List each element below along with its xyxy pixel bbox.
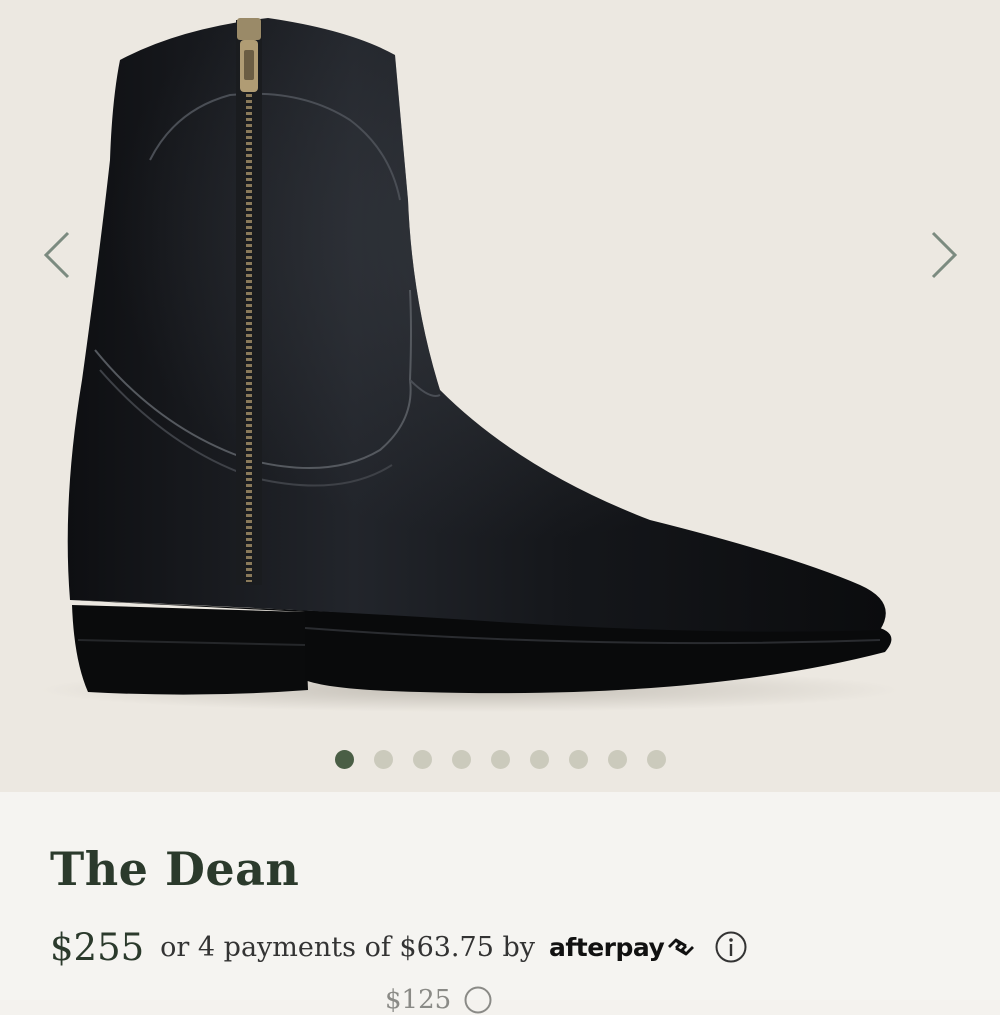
secondary-price: $125	[385, 985, 452, 1015]
product-gallery	[0, 0, 1000, 792]
pagination-dot[interactable]	[334, 749, 354, 769]
gallery-pagination	[0, 748, 1000, 770]
pagination-dot[interactable]	[529, 749, 549, 769]
pagination-dot[interactable]	[646, 749, 666, 769]
product-image	[40, 18, 900, 712]
afterpay-label: afterpay	[549, 932, 665, 962]
pagination-dot[interactable]	[451, 749, 471, 769]
afterpay-logo: afterpay	[549, 933, 696, 962]
installment-text: or 4 payments of $63.75 by	[160, 931, 535, 963]
pagination-dot[interactable]	[412, 749, 432, 769]
pagination-dot[interactable]	[490, 749, 510, 769]
info-icon	[715, 931, 747, 963]
pagination-dot[interactable]	[568, 749, 588, 769]
info-icon	[464, 986, 492, 1014]
afterpay-info-button[interactable]	[714, 930, 748, 964]
chevron-right-icon	[931, 231, 958, 279]
price-row: $255 or 4 payments of $63.75 by afterpay	[50, 922, 748, 972]
next-image-button[interactable]	[913, 225, 969, 285]
previous-image-button[interactable]	[32, 225, 88, 285]
secondary-price-row: $125	[385, 985, 493, 1015]
chevron-left-icon	[43, 231, 70, 279]
pagination-dot[interactable]	[373, 749, 393, 769]
product-title: The Dean	[50, 842, 300, 896]
product-price: $255	[50, 925, 145, 969]
afterpay-arrows-icon	[668, 938, 695, 956]
pagination-dot[interactable]	[607, 749, 627, 769]
